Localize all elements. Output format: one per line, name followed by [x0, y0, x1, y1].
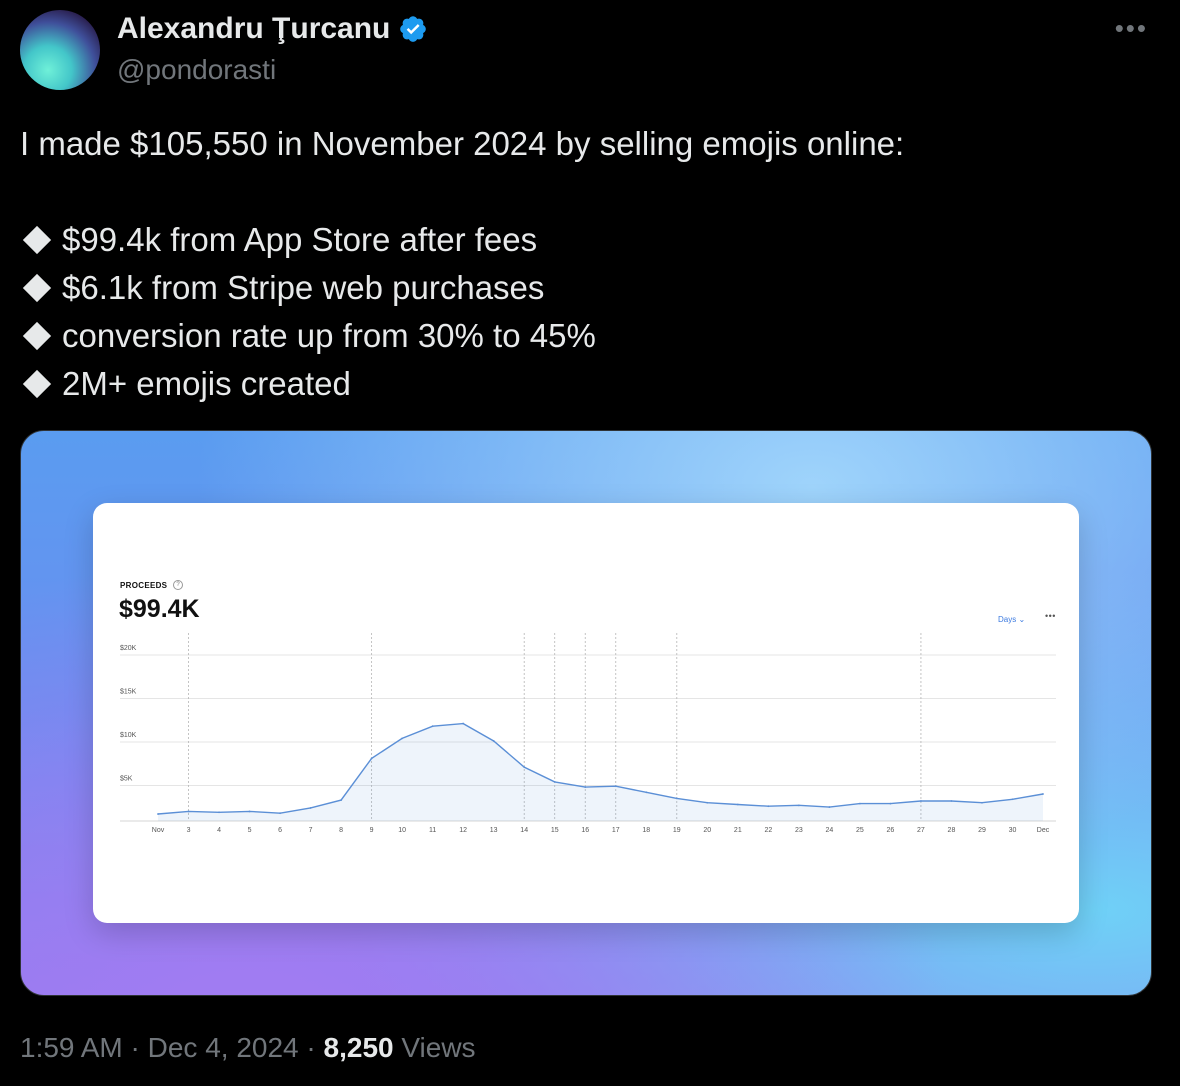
x-tick-label: 25	[856, 827, 864, 834]
x-tick-label: 18	[642, 827, 650, 834]
x-tick-label: 19	[673, 827, 681, 834]
data-point	[370, 757, 373, 760]
proceeds-chart: $20K $15K $10K $5K Nov 3 4 5 6 7 8 9 10 11 12 13 14 15 16 1…	[120, 633, 1056, 834]
data-point	[736, 803, 739, 806]
x-tick-label: 16	[581, 827, 589, 834]
x-tick-label: 22	[764, 827, 772, 834]
data-point	[767, 805, 770, 808]
data-point	[248, 810, 251, 813]
y-tick-label: $5K	[120, 776, 133, 783]
x-tick-label: 7	[309, 827, 313, 834]
y-tick-label: $15K	[120, 689, 137, 696]
data-point	[1011, 798, 1014, 801]
data-point	[614, 785, 617, 788]
data-point	[309, 807, 312, 809]
x-tick-label: 30	[1009, 827, 1017, 834]
data-point	[523, 766, 526, 768]
data-point	[981, 801, 983, 804]
views-label: Views	[401, 1032, 476, 1063]
x-tick-label: 11	[429, 827, 436, 834]
diamond-bullet-icon	[22, 225, 52, 255]
y-tick-label: $20K	[120, 645, 137, 652]
author-name-row[interactable]: Alexandru Ţurcanu	[117, 12, 428, 46]
tweet-media-image[interactable]: PROCEEDS ? $99.4K Days ⌄ ••• $20K $15K $10…	[20, 430, 1152, 996]
data-point	[462, 722, 465, 725]
diamond-bullet-icon	[22, 321, 52, 351]
x-tick-label: Dec	[1037, 827, 1050, 834]
x-tick-label: 13	[490, 827, 498, 834]
tweet-bullet: conversion rate up from 30% to 45%	[20, 312, 1160, 360]
data-point	[1042, 793, 1044, 795]
proceeds-area	[158, 723, 1043, 821]
data-point	[492, 740, 495, 742]
data-point	[401, 737, 404, 740]
data-point	[920, 800, 922, 802]
x-tick-label: 9	[370, 827, 374, 834]
x-tick-label: 8	[339, 827, 343, 834]
tweet-intro: I made $105,550 in November 2024 by sell…	[20, 125, 905, 162]
data-point	[706, 801, 709, 804]
data-point	[889, 802, 892, 805]
tweet-footer: 1:59 AM · Dec 4, 2024 · 8,250 Views	[20, 1032, 476, 1064]
separator: ·	[130, 1032, 140, 1063]
data-point	[584, 786, 587, 788]
x-tick-label: 4	[217, 827, 221, 834]
x-tick-label: 28	[948, 827, 956, 834]
x-tick-label: 27	[917, 827, 925, 834]
data-point	[431, 725, 434, 728]
tweet-bullet: 2M+ emojis created	[20, 360, 1160, 408]
author-name[interactable]: Alexandru Ţurcanu	[117, 12, 390, 46]
x-tick-label: 21	[734, 827, 742, 834]
separator: ·	[306, 1032, 316, 1063]
avatar[interactable]	[20, 10, 100, 90]
data-point	[675, 797, 678, 800]
x-tick-label: 23	[795, 827, 803, 834]
x-tick-label: 24	[825, 827, 833, 834]
y-tick-label: $10K	[120, 732, 137, 739]
author-handle[interactable]: @pondorasti	[117, 54, 276, 86]
x-tick-label: 29	[978, 827, 986, 834]
more-options-icon[interactable]: •••	[1115, 15, 1148, 41]
data-point	[157, 813, 159, 815]
data-point	[218, 811, 220, 814]
data-point	[858, 802, 861, 805]
x-tick-label: Nov	[152, 827, 165, 834]
x-tick-label: 20	[703, 827, 711, 834]
tweet-time[interactable]: 1:59 AM	[20, 1032, 123, 1063]
data-point	[187, 810, 190, 813]
x-tick-label: 12	[459, 827, 467, 834]
tweet-text: I made $105,550 in November 2024 by sell…	[20, 120, 1160, 408]
data-point	[828, 806, 831, 808]
x-tick-label: 14	[520, 827, 528, 834]
x-tick-label: 15	[551, 827, 559, 834]
verified-badge-icon	[400, 16, 427, 42]
data-point	[553, 780, 556, 783]
x-tick-label: 5	[248, 827, 252, 834]
diamond-bullet-icon	[22, 369, 52, 399]
tweet-bullet: $99.4k from App Store after fees	[20, 216, 1160, 264]
data-point	[645, 791, 648, 794]
proceeds-card: PROCEEDS ? $99.4K Days ⌄ ••• $20K $15K $10…	[93, 503, 1079, 923]
data-point	[340, 799, 343, 802]
data-point	[279, 812, 281, 815]
x-tick-label: 17	[612, 827, 620, 834]
views-count: 8,250	[323, 1032, 394, 1063]
x-tick-label: 26	[887, 827, 895, 834]
x-tick-label: 6	[278, 827, 282, 834]
diamond-bullet-icon	[22, 273, 52, 303]
data-point	[797, 804, 800, 807]
tweet-bullet: $6.1k from Stripe web purchases	[20, 264, 1160, 312]
x-tick-label: 3	[187, 827, 191, 834]
x-tick-label: 10	[398, 827, 406, 834]
data-point	[950, 800, 953, 802]
tweet-date[interactable]: Dec 4, 2024	[148, 1032, 299, 1063]
